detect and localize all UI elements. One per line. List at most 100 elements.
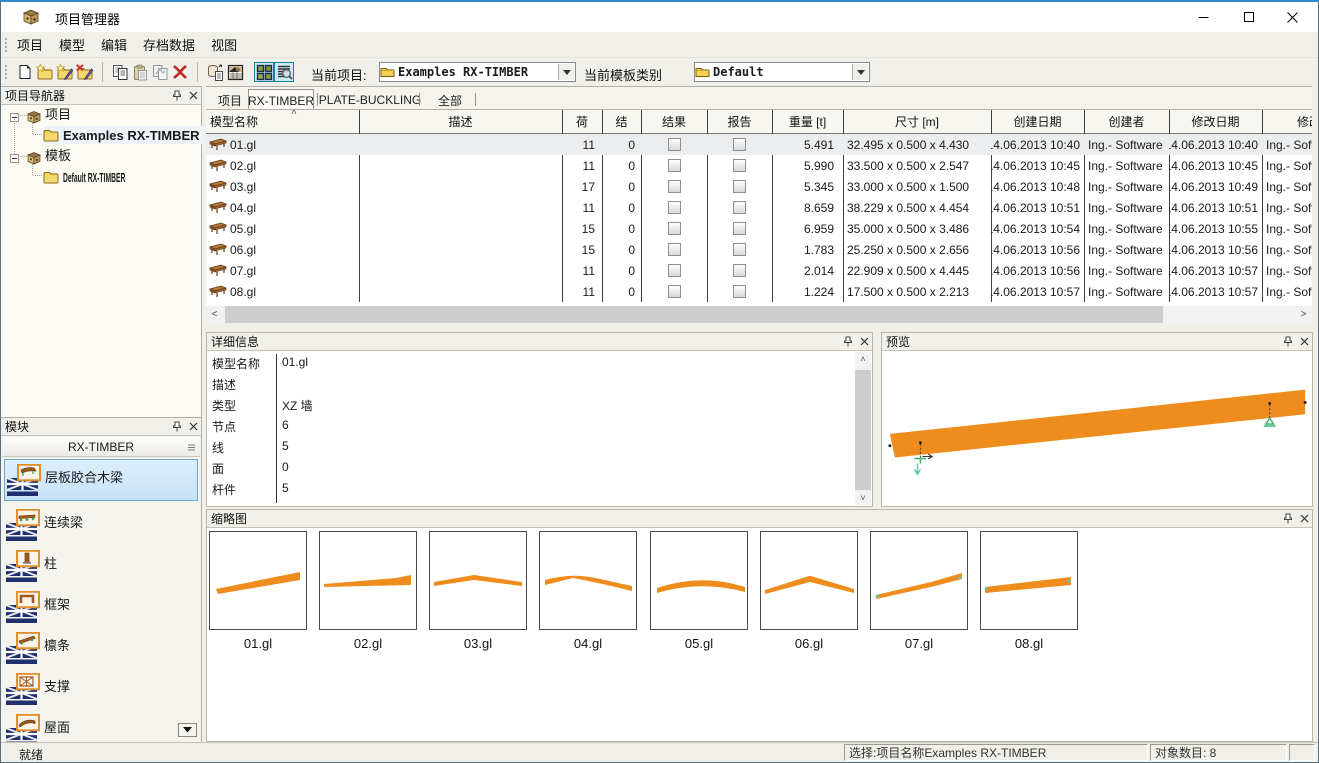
details-scroll-thumb[interactable]	[855, 370, 871, 490]
result-checkbox[interactable]	[668, 159, 681, 172]
report-checkbox[interactable]	[733, 264, 746, 277]
current-project-combobox[interactable]: Examples RX-TIMBER	[379, 62, 576, 82]
thumbnail-03.gl[interactable]	[429, 531, 527, 630]
module-item-frame[interactable]: 框架	[4, 587, 198, 628]
tree-node-label[interactable]: 模板	[45, 149, 71, 162]
table-row-06.gl[interactable]: 06.gl1501.78325.250 x 0.500 x 2.65614.06…	[206, 239, 1312, 260]
column-header-7[interactable]: 重量 [t]	[772, 110, 843, 134]
column-header-10[interactable]: 创建者	[1084, 110, 1169, 134]
table-row-07.gl[interactable]: 07.gl1102.01422.909 x 0.500 x 4.44514.06…	[206, 260, 1312, 281]
column-header-2[interactable]: 描述	[359, 110, 562, 134]
preview-close-icon[interactable]	[1296, 335, 1312, 349]
result-checkbox[interactable]	[668, 138, 681, 151]
report-checkbox[interactable]	[733, 222, 746, 235]
dropdown-arrow-icon[interactable]	[852, 64, 868, 80]
navigator-close-icon[interactable]	[185, 89, 201, 103]
module-item-column[interactable]: 柱	[4, 546, 198, 587]
table-horizontal-scrollbar[interactable]: ˂˃	[206, 306, 1312, 323]
module-item-glulam[interactable]: 层板胶合木梁	[4, 459, 198, 501]
table-row-01.gl[interactable]: 01.gl1105.49132.495 x 0.500 x 4.43014.06…	[206, 134, 1312, 155]
result-checkbox[interactable]	[668, 264, 681, 277]
module-item-continuous[interactable]: 连续梁	[4, 505, 198, 546]
details-pin-icon[interactable]	[840, 335, 856, 349]
menu-item-5[interactable]: 视图	[203, 32, 245, 57]
table-scroll-thumb[interactable]	[225, 306, 1163, 323]
thumbnail-04.gl[interactable]	[539, 531, 637, 630]
view-details-button[interactable]	[274, 62, 294, 82]
minimize-button[interactable]	[1181, 2, 1226, 32]
thumbnail-01.gl[interactable]	[209, 531, 307, 630]
column-header-1[interactable]: 模型名称˄	[206, 110, 359, 134]
tree-leaf-label[interactable]: Default RX-TIMBER	[63, 171, 125, 184]
delete-project-folder-button[interactable]	[75, 62, 95, 82]
report-checkbox[interactable]	[733, 180, 746, 193]
paste-button[interactable]	[130, 62, 150, 82]
menu-item-1[interactable]: 项目	[9, 32, 51, 57]
report-checkbox[interactable]	[733, 138, 746, 151]
new-project-folder-button[interactable]	[35, 62, 55, 82]
result-checkbox[interactable]	[668, 222, 681, 235]
new-document-button[interactable]	[15, 62, 35, 82]
column-header-5[interactable]: 结果	[641, 110, 707, 134]
tab-rx-timber[interactable]: RX-TIMBER	[248, 89, 314, 111]
details-scrollbar[interactable]: ˄ ˅	[855, 352, 871, 505]
thumbnails-pin-icon[interactable]	[1280, 512, 1296, 526]
tab-项目[interactable]: 项目	[211, 89, 249, 111]
column-header-3[interactable]: 荷	[562, 110, 602, 134]
modules-scroll-down-button[interactable]	[178, 723, 197, 737]
edit-project-folder-button[interactable]	[55, 62, 75, 82]
details-close-icon[interactable]	[856, 335, 872, 349]
result-checkbox[interactable]	[668, 243, 681, 256]
table-row-02.gl[interactable]: 02.gl1105.99033.500 x 0.500 x 2.54714.06…	[206, 155, 1312, 176]
delete-button[interactable]	[170, 62, 190, 82]
table-row-03.gl[interactable]: 03.gl1705.34533.000 x 0.500 x 1.50014.06…	[206, 176, 1312, 197]
report-checkbox[interactable]	[733, 201, 746, 214]
modules-group-menu-icon[interactable]	[187, 443, 196, 452]
column-header-9[interactable]: 创建日期	[991, 110, 1084, 134]
column-header-6[interactable]: 报告	[707, 110, 772, 134]
tree-leaf-default-rx-timber[interactable]: Default RX-TIMBER	[43, 168, 183, 186]
scroll-right-icon[interactable]: ˃	[1295, 306, 1312, 323]
thumbnail-02.gl[interactable]	[319, 531, 417, 630]
column-header-11[interactable]: 修改日期	[1169, 110, 1262, 134]
tab-全部[interactable]: 全部	[428, 89, 472, 111]
tree-leaf-label[interactable]: Examples RX-TIMBER	[63, 129, 200, 142]
table-row-04.gl[interactable]: 04.gl1108.65938.229 x 0.500 x 4.45414.06…	[206, 197, 1312, 218]
export-database-button[interactable]	[205, 62, 225, 82]
thumbnails-close-icon[interactable]	[1296, 512, 1312, 526]
copy-model-button[interactable]	[150, 62, 170, 82]
scroll-down-icon[interactable]: ˅	[855, 491, 871, 505]
report-checkbox[interactable]	[733, 243, 746, 256]
module-item-purlin[interactable]: 檩条	[4, 628, 198, 669]
scroll-left-icon[interactable]: ˂	[206, 306, 223, 323]
column-header-12[interactable]: 修改者	[1262, 110, 1312, 134]
thumbnail-07.gl[interactable]	[870, 531, 968, 630]
column-header-4[interactable]: 结	[602, 110, 641, 134]
navigator-pin-icon[interactable]	[169, 89, 185, 103]
table-row-05.gl[interactable]: 05.gl1506.95935.000 x 0.500 x 3.48614.06…	[206, 218, 1312, 239]
module-item-bracing[interactable]: 支撑	[4, 669, 198, 710]
preview-3d-view[interactable]	[883, 352, 1311, 505]
column-header-8[interactable]: 尺寸 [m]	[843, 110, 991, 134]
maximize-button[interactable]	[1226, 2, 1271, 32]
tree-collapse-icon[interactable]	[10, 154, 19, 163]
copy-button[interactable]	[110, 62, 130, 82]
modules-group-header[interactable]: RX-TIMBER	[2, 437, 200, 457]
result-checkbox[interactable]	[668, 180, 681, 193]
result-checkbox[interactable]	[668, 285, 681, 298]
tree-leaf-examples-rx-timber[interactable]: Examples RX-TIMBER	[43, 126, 204, 144]
report-checkbox[interactable]	[733, 285, 746, 298]
tree-node-templates[interactable]: 模板	[10, 149, 71, 167]
thumbnail-08.gl[interactable]	[980, 531, 1078, 630]
scroll-up-icon[interactable]: ˄	[855, 352, 871, 366]
table-row-08.gl[interactable]: 08.gl1101.22417.500 x 0.500 x 2.21314.06…	[206, 281, 1312, 302]
tab-plate-buckling[interactable]: PLATE-BUCKLING	[324, 89, 416, 111]
report-picture-button[interactable]	[225, 62, 245, 82]
view-thumbnails-button[interactable]	[254, 62, 274, 82]
tree-node-label[interactable]: 项目	[45, 108, 71, 121]
report-checkbox[interactable]	[733, 159, 746, 172]
result-checkbox[interactable]	[668, 201, 681, 214]
menu-item-4[interactable]: 存档数据	[135, 32, 203, 57]
preview-pin-icon[interactable]	[1280, 335, 1296, 349]
modules-pin-icon[interactable]	[169, 420, 185, 434]
